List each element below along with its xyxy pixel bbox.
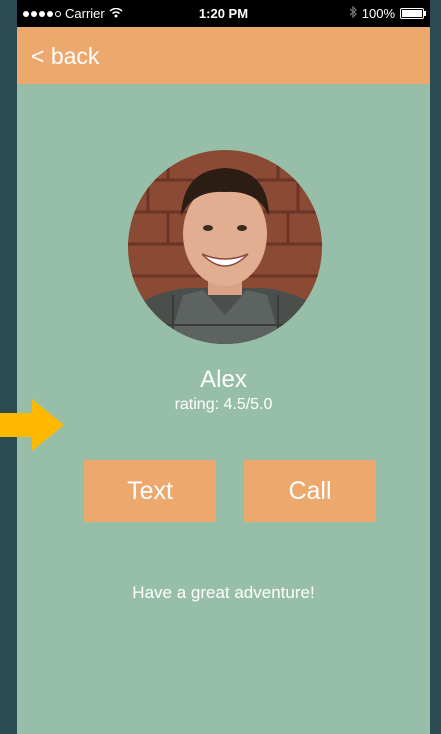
profile-name: Alex [200,366,247,393]
nav-bar: < back [17,27,430,84]
profile-rating: rating: 4.5/5.0 [174,396,273,413]
text-button[interactable]: Text [84,460,216,522]
status-right: 100% [349,5,426,21]
avatar [128,150,322,344]
back-button[interactable]: < back [31,43,99,70]
phone-screen: Carrier 1:20 PM 100% < back Alex rating:… [17,0,430,734]
bluetooth-icon [349,5,357,21]
arrow-pointer-icon [0,399,64,451]
status-bar: Carrier 1:20 PM 100% [17,0,430,27]
battery-percent: 100% [361,6,395,21]
battery-icon [400,8,426,19]
call-button[interactable]: Call [244,460,376,522]
farewell-message: Have a great adventure! [132,583,315,602]
